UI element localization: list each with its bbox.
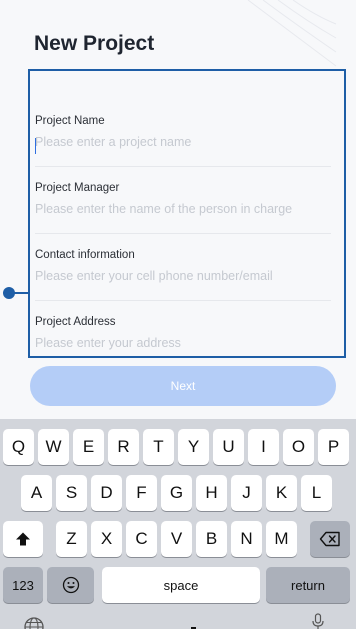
- divider: [35, 166, 331, 167]
- key-u[interactable]: U: [213, 429, 244, 465]
- project-address-label: Project Address: [35, 316, 116, 328]
- next-button[interactable]: Next: [30, 366, 336, 406]
- project-manager-input[interactable]: [35, 198, 331, 220]
- project-name-label: Project Name: [35, 115, 105, 127]
- annotation-handle[interactable]: [3, 287, 15, 299]
- shift-key[interactable]: [3, 521, 43, 557]
- key-f[interactable]: F: [126, 475, 157, 511]
- divider: [35, 300, 331, 301]
- project-form: Project Name Project Manager Contact inf…: [28, 69, 346, 358]
- key-z[interactable]: Z: [56, 521, 87, 557]
- return-key[interactable]: return: [266, 567, 350, 603]
- project-name-field: Project Name: [35, 111, 331, 153]
- key-k[interactable]: K: [266, 475, 297, 511]
- emoji-key[interactable]: [47, 567, 94, 603]
- project-manager-field: Project Manager: [35, 178, 331, 220]
- key-h[interactable]: H: [196, 475, 227, 511]
- key-d[interactable]: D: [91, 475, 122, 511]
- key-n[interactable]: N: [231, 521, 262, 557]
- key-c[interactable]: C: [126, 521, 157, 557]
- project-name-input[interactable]: [35, 131, 331, 153]
- key-t[interactable]: T: [143, 429, 174, 465]
- key-v[interactable]: V: [161, 521, 192, 557]
- microphone-icon[interactable]: [310, 613, 326, 629]
- key-g[interactable]: G: [161, 475, 192, 511]
- project-address-field: Project Address: [35, 312, 331, 354]
- key-r[interactable]: R: [108, 429, 139, 465]
- contact-information-label: Contact information: [35, 249, 135, 261]
- globe-icon[interactable]: [22, 615, 46, 629]
- key-x[interactable]: X: [91, 521, 122, 557]
- new-project-screen: New Project Project Name Project Manager…: [0, 0, 356, 629]
- numbers-key[interactable]: 123: [3, 567, 43, 603]
- project-manager-label: Project Manager: [35, 182, 120, 194]
- key-i[interactable]: I: [248, 429, 279, 465]
- key-y[interactable]: Y: [178, 429, 209, 465]
- project-address-input[interactable]: [35, 332, 331, 354]
- decorative-wave-icon: [247, 0, 337, 67]
- contact-information-field: Contact information: [35, 245, 331, 287]
- key-p[interactable]: P: [318, 429, 349, 465]
- text-cursor: [35, 138, 36, 154]
- key-m[interactable]: M: [266, 521, 297, 557]
- key-b[interactable]: B: [196, 521, 227, 557]
- key-o[interactable]: O: [283, 429, 314, 465]
- key-a[interactable]: A: [21, 475, 52, 511]
- key-w[interactable]: W: [38, 429, 69, 465]
- key-j[interactable]: J: [231, 475, 262, 511]
- space-key[interactable]: space: [102, 567, 260, 603]
- backspace-key[interactable]: [310, 521, 350, 557]
- page-title: New Project: [34, 32, 155, 55]
- key-l[interactable]: L: [301, 475, 332, 511]
- shift-icon: [16, 532, 30, 546]
- contact-information-input[interactable]: [35, 265, 331, 287]
- divider: [35, 233, 331, 234]
- keyboard: Q W E R T Y U I O P A S D F G H J K L Z …: [0, 419, 356, 629]
- key-e[interactable]: E: [73, 429, 104, 465]
- emoji-icon: [62, 576, 79, 594]
- backspace-icon: [319, 531, 340, 547]
- key-q[interactable]: Q: [3, 429, 34, 465]
- key-s[interactable]: S: [56, 475, 87, 511]
